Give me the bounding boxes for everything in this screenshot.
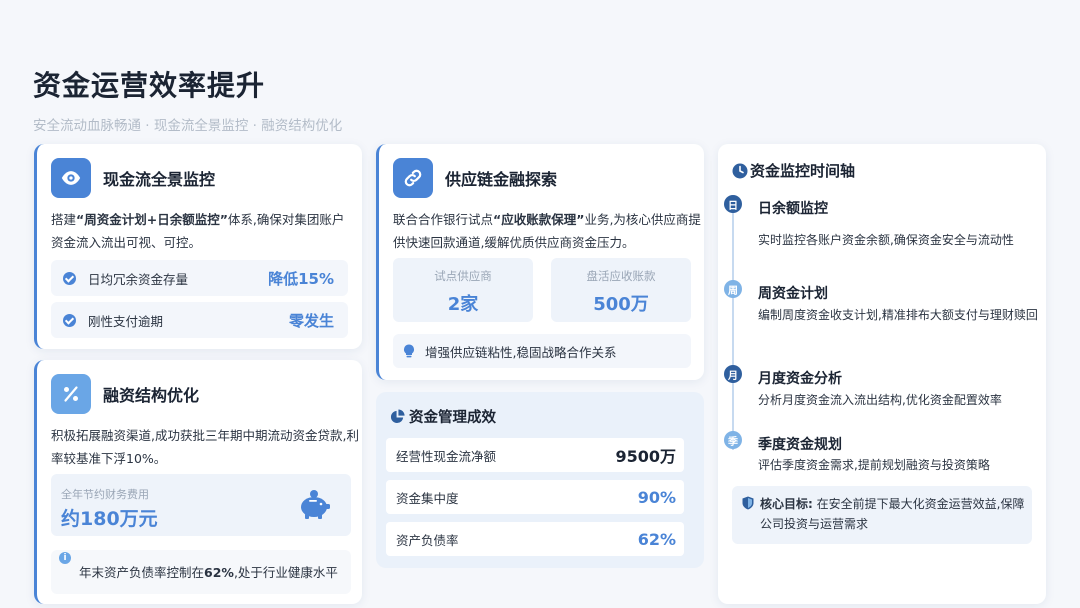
management-card: 资金管理成效 经营性现金流净额 9500万 资金集中度 90% 资产负债率 62… <box>376 392 704 568</box>
timeline-badge: 周 <box>724 280 742 298</box>
timeline-badge: 月 <box>724 365 742 383</box>
timeline-title: 资金监控时间轴 <box>750 162 856 180</box>
kpi-value: 500万 <box>593 294 649 315</box>
clock-icon <box>732 163 748 179</box>
note-suffix: ,处于行业健康水平 <box>233 565 338 580</box>
supply-header: 供应链金融探索 <box>393 158 557 198</box>
cashflow-title: 现金流全景监控 <box>103 170 216 189</box>
check-circle-icon <box>63 271 76 285</box>
management-header: 资金管理成效 <box>390 406 496 427</box>
supply-title: 供应链金融探索 <box>445 170 558 189</box>
supply-desc-prefix: 联合合作银行试点 <box>393 212 494 227</box>
kpi-label: 盘活应收账款 <box>586 269 656 283</box>
goal-label: 核心目标: <box>760 497 813 511</box>
management-row: 资金集中度 90% <box>386 480 684 514</box>
financing-header: 融资结构优化 <box>51 374 199 414</box>
cashflow-desc: 搭建“周资金计划+日余额监控”体系,确保对集团账户资金流入流出可视、可控。 <box>51 208 356 254</box>
supply-kpi: 盘活应收账款 500万 <box>551 258 691 322</box>
cashflow-header: 现金流全景监控 <box>51 158 215 198</box>
financing-card: 融资结构优化 积极拓展融资渠道,成功获批三年期中期流动资金贷款,利率较基准下浮1… <box>34 360 362 604</box>
info-icon: i <box>59 552 71 564</box>
management-row: 经营性现金流净额 9500万 <box>386 438 684 472</box>
financing-note-text: 年末资产负债率控制在62%,处于行业健康水平 <box>79 562 338 581</box>
timeline-item-title: 季度资金规划 <box>758 437 842 453</box>
supply-chain-card: 供应链金融探索 联合合作银行试点“应收账款保理”业务,为核心供应商提供快速回款通… <box>376 144 704 380</box>
timeline-item-desc: 评估季度资金需求,提前规划融资与投资策略 <box>758 458 990 472</box>
timeline-item-title: 日余额监控 <box>758 201 828 217</box>
eye-icon <box>51 158 91 198</box>
management-title: 资金管理成效 <box>409 410 496 426</box>
financing-desc: 积极拓展融资渠道,成功获批三年期中期流动资金贷款,利率较基准下浮10%。 <box>51 428 359 466</box>
cashflow-card: 现金流全景监控 搭建“周资金计划+日余额监控”体系,确保对集团账户资金流入流出可… <box>34 144 362 349</box>
stat-value: 零发生 <box>288 311 334 330</box>
cashflow-stat-row: 日均冗余资金存量 降低15% <box>51 260 348 296</box>
timeline-item-desc: 编制周度资金收支计划,精准排布大额支付与理财赎回 <box>758 308 1038 322</box>
mg-value: 9500万 <box>615 447 676 466</box>
mg-label: 资产负债率 <box>396 532 459 548</box>
lightbulb-icon <box>403 344 415 358</box>
timeline-goal: 核心目标: 在安全前提下最大化资金运营效益,保障公司投资与运营需求 <box>732 486 1032 544</box>
mg-label: 资金集中度 <box>396 490 459 506</box>
financing-saving-box: 全年节约财务费用 约180万元 <box>51 474 351 536</box>
supply-desc: 联合合作银行试点“应收账款保理”业务,为核心供应商提供快速回款通道,缓解优质供应… <box>393 208 701 254</box>
kpi-label: 试点供应商 <box>434 269 492 283</box>
timeline-badge: 日 <box>724 195 742 213</box>
stat-value: 降低15% <box>268 269 334 288</box>
kpi-value: 2家 <box>447 294 479 315</box>
timeline-badge: 季 <box>724 431 742 449</box>
mg-value: 62% <box>637 529 676 549</box>
piggy-bank-icon <box>297 488 331 524</box>
supply-tip-text: 增强供应链粘性,稳固战略合作关系 <box>425 344 617 360</box>
supply-kpi: 试点供应商 2家 <box>393 258 533 322</box>
note-prefix: 年末资产负债率控制在 <box>79 565 205 580</box>
check-circle-icon <box>63 313 76 327</box>
slide: 资金运营效率提升 安全流动血脉畅通 · 现金流全景监控 · 融资结构优化 现金流… <box>0 0 1080 608</box>
financing-note: i 年末资产负债率控制在62%,处于行业健康水平 <box>51 550 351 594</box>
timeline-card: 资金监控时间轴 日 日余额监控 实时监控各账户资金余额,确保资金安全与流动性 周… <box>718 144 1046 604</box>
saving-label: 全年节约财务费用 <box>61 488 149 501</box>
stat-label: 日均冗余资金存量 <box>88 271 189 287</box>
supply-desc-highlight: “应收账款保理” <box>493 212 585 227</box>
saving-value: 约180万元 <box>61 508 158 530</box>
page-subtitle: 安全流动血脉畅通 · 现金流全景监控 · 融资结构优化 <box>33 118 343 134</box>
timeline-line <box>732 206 734 450</box>
timeline-item-desc: 实时监控各账户资金余额,确保资金安全与流动性 <box>758 233 1014 247</box>
stat-label: 刚性支付逾期 <box>88 313 164 329</box>
cashflow-stat-row: 刚性支付逾期 零发生 <box>51 302 348 338</box>
supply-tip: 增强供应链粘性,稳固战略合作关系 <box>393 334 691 368</box>
note-highlight: 62% <box>204 565 234 580</box>
timeline-item-title: 周资金计划 <box>758 286 828 302</box>
cashflow-desc-highlight: “周资金计划+日余额监控” <box>76 212 228 227</box>
mg-value: 90% <box>637 487 676 507</box>
page-title: 资金运营效率提升 <box>33 69 266 102</box>
timeline-item-title: 月度资金分析 <box>758 371 842 387</box>
shield-icon <box>742 496 754 510</box>
management-row: 资产负债率 62% <box>386 522 684 556</box>
cashflow-desc-prefix: 搭建 <box>51 212 77 227</box>
pie-chart-icon <box>390 409 405 424</box>
timeline-header: 资金监控时间轴 <box>732 160 855 181</box>
timeline-item-desc: 分析月度资金流入流出结构,优化资金配置效率 <box>758 393 1002 407</box>
percent-icon <box>51 374 91 414</box>
link-icon <box>393 158 433 198</box>
financing-title: 融资结构优化 <box>103 386 200 405</box>
mg-label: 经营性现金流净额 <box>396 448 497 464</box>
timeline-goal-text: 核心目标: 在安全前提下最大化资金运营效益,保障公司投资与运营需求 <box>760 494 1026 534</box>
